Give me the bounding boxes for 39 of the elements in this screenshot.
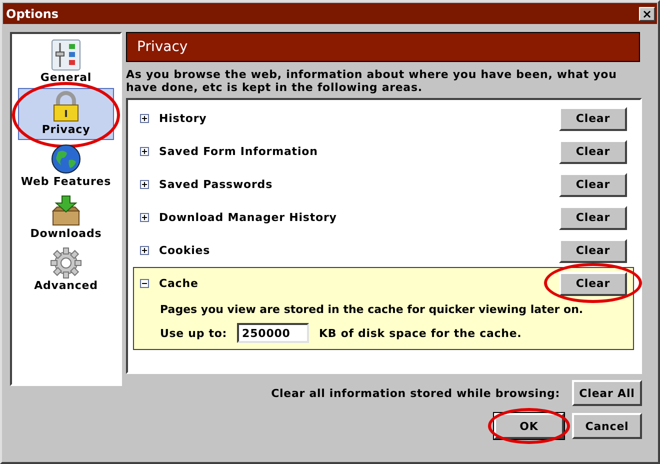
- cache-description: Pages you view are stored in the cache for quicker viewing later on.: [160, 303, 584, 316]
- clear-button[interactable]: Clear: [559, 238, 627, 262]
- dialog-button[interactable]: OK: [494, 413, 564, 439]
- clear-all-label: Clear all information stored while browsing:: [271, 386, 560, 400]
- clear-button[interactable]: Clear: [559, 106, 627, 130]
- clear-all-button[interactable]: Clear All: [572, 380, 642, 406]
- description-text: As you browse the web, information about where you have been, what you have done, etc is kept in the following areas.: [126, 68, 618, 94]
- globe-icon: [50, 143, 82, 175]
- sidebar-item[interactable]: General: [18, 36, 114, 88]
- sliders-icon: [50, 39, 82, 71]
- category-label: Saved Passwords: [159, 178, 274, 191]
- expander-icon[interactable]: [140, 213, 149, 222]
- sidebar-item[interactable]: Privacy: [18, 88, 114, 140]
- sidebar-item[interactable]: Advanced: [18, 244, 114, 296]
- category-label: History: [159, 112, 208, 125]
- expander-icon[interactable]: [140, 279, 149, 288]
- field-suffix: KB of disk space for the cache.: [319, 326, 522, 340]
- clear-button[interactable]: Clear: [559, 206, 627, 230]
- box-with-arrow-icon: [50, 195, 82, 227]
- field-label: Use up to:: [160, 326, 228, 340]
- sidebar-item[interactable]: Web Features: [18, 140, 114, 192]
- close-button[interactable]: ×: [639, 6, 655, 20]
- sidebar-item[interactable]: Downloads: [18, 192, 114, 244]
- expander-icon[interactable]: [140, 246, 149, 255]
- category-label: Cache: [159, 277, 200, 290]
- clear-button[interactable]: Clear: [559, 272, 627, 296]
- expander-icon[interactable]: [140, 114, 149, 123]
- clear-button[interactable]: Clear: [559, 140, 627, 164]
- category-label: Saved Form Information: [159, 145, 319, 158]
- cache-size-field[interactable]: 250000: [237, 323, 310, 343]
- expander-icon[interactable]: [140, 147, 149, 156]
- section-title: Privacy: [137, 39, 188, 55]
- dialog-button[interactable]: Cancel: [572, 413, 642, 439]
- clear-button[interactable]: Clear: [559, 172, 627, 196]
- gear-icon: [50, 247, 82, 279]
- window-title: Options: [6, 6, 59, 20]
- category-label: Download Manager History: [159, 211, 338, 224]
- expander-icon[interactable]: [140, 180, 149, 189]
- category-label: Cookies: [159, 244, 212, 257]
